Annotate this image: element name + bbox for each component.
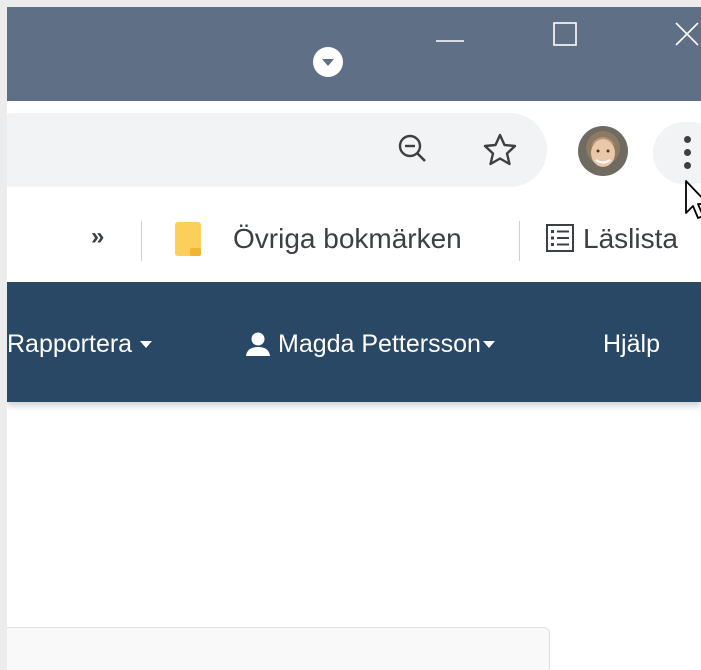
nav-help-label: Hjälp <box>603 329 660 358</box>
kebab-dot <box>684 162 691 169</box>
maximize-icon[interactable] <box>548 17 584 53</box>
bookmark-star-icon[interactable] <box>481 131 519 169</box>
divider <box>141 221 142 261</box>
close-icon[interactable] <box>664 17 701 53</box>
nav-report-menu[interactable]: Rapportera <box>7 327 153 361</box>
nav-user-label: Magda Pettersson <box>278 329 481 358</box>
minimize-icon[interactable] <box>432 17 468 53</box>
chevron-down-icon <box>140 340 153 348</box>
other-bookmarks-link[interactable]: Övriga bokmärken <box>233 223 462 255</box>
user-icon <box>246 332 270 356</box>
content-panel <box>7 627 550 670</box>
app-navbar: Rapportera Magda Pettersson Hjälp <box>7 282 701 402</box>
kebab-dot <box>684 149 691 156</box>
browser-toolbar <box>7 101 701 193</box>
divider <box>519 221 520 261</box>
nav-user-menu[interactable]: Magda Pettersson <box>244 327 495 361</box>
profile-avatar[interactable] <box>578 126 628 176</box>
browser-window: » Övriga bokmärken Läslista Rapportera M… <box>7 7 701 670</box>
kebab-menu-button[interactable] <box>653 122 701 184</box>
bookmarks-overflow-chevron[interactable]: » <box>91 223 104 251</box>
mouse-cursor-icon <box>685 180 701 219</box>
reading-list-link[interactable]: Läslista <box>583 223 678 255</box>
reading-list-icon <box>546 224 574 252</box>
bookmarks-bar: » Övriga bokmärken Läslista <box>7 193 701 282</box>
zoom-icon[interactable] <box>395 131 431 167</box>
nav-report-label: Rapportera <box>7 329 133 358</box>
kebab-menu-icon <box>684 136 691 143</box>
folder-icon <box>175 222 201 256</box>
dropdown-circle-icon <box>322 59 334 66</box>
address-bar[interactable] <box>7 113 547 187</box>
tab-search-button[interactable] <box>313 47 343 77</box>
chevron-down-icon <box>482 340 495 348</box>
nav-help-link[interactable]: Hjälp <box>603 327 660 361</box>
title-bar <box>7 7 701 101</box>
